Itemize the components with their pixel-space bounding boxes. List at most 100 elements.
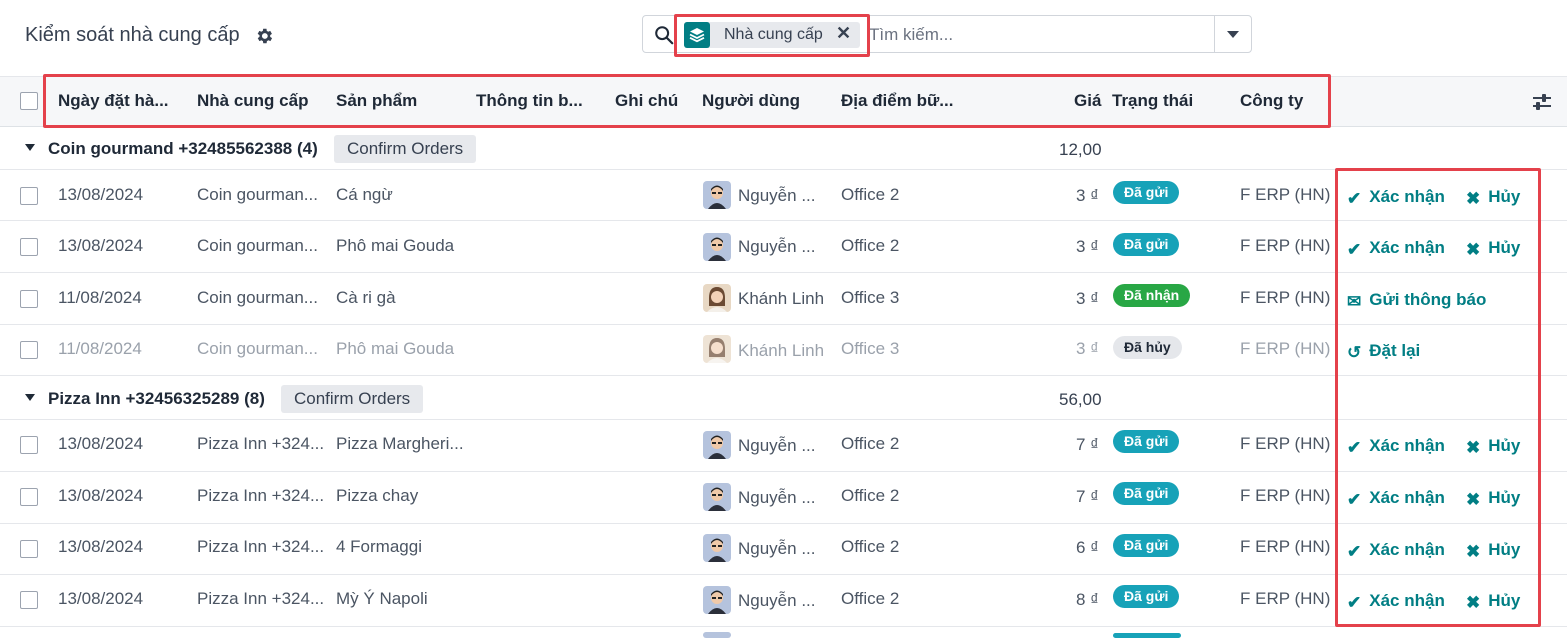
page-title: Kiểm soát nhà cung cấp — [25, 24, 240, 46]
select-all-checkbox[interactable] — [20, 92, 38, 110]
table-row[interactable]: 13/08/2024 Coin gourman... Cá ngừ Nguyễn… — [0, 170, 1567, 221]
status-badge: Đã nhận — [1113, 284, 1191, 307]
avatar — [703, 335, 731, 363]
table-row[interactable]: 11/08/2024 Coin gourman... Cà ri gà Khán… — [0, 273, 1567, 325]
cell-date: 11/08/2024 — [58, 339, 142, 358]
cell-vendor: Pizza Inn +324... — [197, 537, 325, 556]
avatar — [703, 181, 731, 209]
cell-company: F ERP (HN) — [1240, 434, 1331, 453]
avatar — [703, 632, 731, 638]
row-checkbox[interactable] — [20, 591, 38, 609]
caret-down-icon — [1227, 31, 1239, 38]
status-badge: Đã gửi — [1113, 534, 1180, 557]
cell-product: Cá ngừ — [336, 185, 393, 204]
cell-product: Pizza Margheri... — [336, 434, 464, 453]
cell-price: 7 ₫ — [1076, 487, 1099, 506]
avatar — [703, 284, 731, 312]
cell-location: Office 2 — [841, 236, 900, 255]
cell-location: Office 2 — [841, 434, 900, 453]
cell-vendor: Coin gourman... — [197, 236, 318, 255]
search-input[interactable] — [869, 22, 1209, 48]
cell-company: F ERP (HN) — [1240, 486, 1331, 505]
gear-icon[interactable] — [254, 25, 274, 47]
status-badge: Đã gửi — [1113, 181, 1180, 204]
cell-user: Nguyễn ... — [738, 539, 816, 558]
search-options-toggle[interactable] — [1214, 16, 1251, 52]
cell-price: 3 ₫ — [1076, 339, 1099, 358]
table-row[interactable]: 13/08/2024 Coin gourman... Phô mai Gouda… — [0, 221, 1567, 273]
cell-location: Office 2 — [841, 185, 900, 204]
cell-price: 6 ₫ — [1076, 538, 1099, 557]
cell-location: Office 3 — [841, 288, 900, 307]
confirm-orders-button[interactable]: Confirm Orders — [334, 135, 477, 163]
caret-down-icon — [25, 394, 35, 401]
highlight-box-columns — [43, 74, 1331, 128]
cell-location: Office 2 — [841, 589, 900, 608]
cell-date: 13/08/2024 — [58, 434, 144, 453]
row-checkbox[interactable] — [20, 436, 38, 454]
row-checkbox[interactable] — [20, 187, 38, 205]
cell-date: 13/08/2024 — [58, 486, 144, 505]
confirm-orders-button[interactable]: Confirm Orders — [281, 385, 424, 413]
group-label: Coin gourmand +32485562388 (4) — [48, 139, 318, 158]
status-badge: Đã gửi — [1113, 430, 1180, 453]
avatar — [703, 586, 731, 614]
status-badge: Đã gửi — [1113, 585, 1180, 608]
cell-company: F ERP (HN) — [1240, 589, 1331, 608]
cell-product: Cà ri gà — [336, 288, 396, 307]
cell-vendor: Pizza Inn +324... — [197, 486, 325, 505]
row-checkbox[interactable] — [20, 341, 38, 359]
caret-down-icon — [25, 144, 35, 151]
avatar — [703, 431, 731, 459]
group-row[interactable]: Pizza Inn +32456325289 (8) Confirm Order… — [0, 376, 1567, 420]
cell-vendor: Coin gourman... — [197, 185, 318, 204]
group-total: 12,00 — [1059, 140, 1102, 159]
cell-price: 7 ₫ — [1076, 435, 1099, 454]
cell-user: Nguyễn ... — [738, 186, 816, 205]
cell-vendor: Pizza Inn +324... — [197, 434, 325, 453]
highlight-box-actions — [1335, 168, 1541, 627]
optional-columns-icon[interactable] — [1531, 92, 1553, 112]
table-row[interactable]: 13/08/2024 Pizza Inn +324... Pizza Margh… — [0, 420, 1567, 472]
search-icon[interactable] — [653, 24, 675, 46]
cell-user: Nguyễn ... — [738, 237, 816, 256]
table-row[interactable]: 13/08/2024 Pizza Inn +324... 4 Formaggi … — [0, 524, 1567, 575]
cell-location: Office 2 — [841, 486, 900, 505]
avatar — [703, 483, 731, 511]
cell-vendor: Pizza Inn +324... — [197, 589, 325, 608]
status-badge — [1113, 633, 1181, 638]
row-checkbox[interactable] — [20, 488, 38, 506]
table-row[interactable]: 13/08/2024 Pizza Inn +324... Mỳ Ý Napoli… — [0, 575, 1567, 627]
cell-user: Nguyễn ... — [738, 436, 816, 455]
row-checkbox[interactable] — [20, 540, 38, 558]
cell-user: Khánh Linh — [738, 341, 825, 360]
cell-location: Office 2 — [841, 537, 900, 556]
group-total: 56,00 — [1059, 390, 1102, 409]
status-badge: Đã hủy — [1113, 336, 1182, 359]
cell-date: 11/08/2024 — [58, 288, 142, 307]
avatar — [703, 534, 731, 562]
table-row[interactable]: 13/08/2024 Pizza Inn +324... Pizza chay … — [0, 472, 1567, 524]
cell-date: 13/08/2024 — [58, 236, 144, 255]
group-row[interactable]: Coin gourmand +32485562388 (4) Confirm O… — [0, 127, 1567, 170]
cell-date: 13/08/2024 — [58, 537, 144, 556]
row-checkbox[interactable] — [20, 290, 38, 308]
table-row[interactable]: 11/08/2024 Coin gourman... Phô mai Gouda… — [0, 325, 1567, 376]
avatar — [703, 233, 731, 261]
cell-product: Phô mai Gouda — [336, 236, 455, 255]
cell-user: Khánh Linh — [738, 289, 825, 308]
cell-product: Pizza chay — [336, 486, 419, 505]
highlight-box-facet — [674, 14, 870, 57]
cell-date: 13/08/2024 — [58, 185, 144, 204]
cell-vendor: Coin gourman... — [197, 288, 318, 307]
status-badge: Đã gửi — [1113, 482, 1180, 505]
cell-vendor: Coin gourman... — [197, 339, 318, 358]
row-checkbox[interactable] — [20, 238, 38, 256]
cell-price: 3 ₫ — [1076, 237, 1099, 256]
cell-price: 8 ₫ — [1076, 590, 1099, 609]
cell-date: 13/08/2024 — [58, 589, 144, 608]
cell-company: F ERP (HN) — [1240, 288, 1331, 307]
cell-company: F ERP (HN) — [1240, 236, 1331, 255]
cell-user: Nguyễn ... — [738, 488, 816, 507]
cell-company: F ERP (HN) — [1240, 537, 1331, 556]
